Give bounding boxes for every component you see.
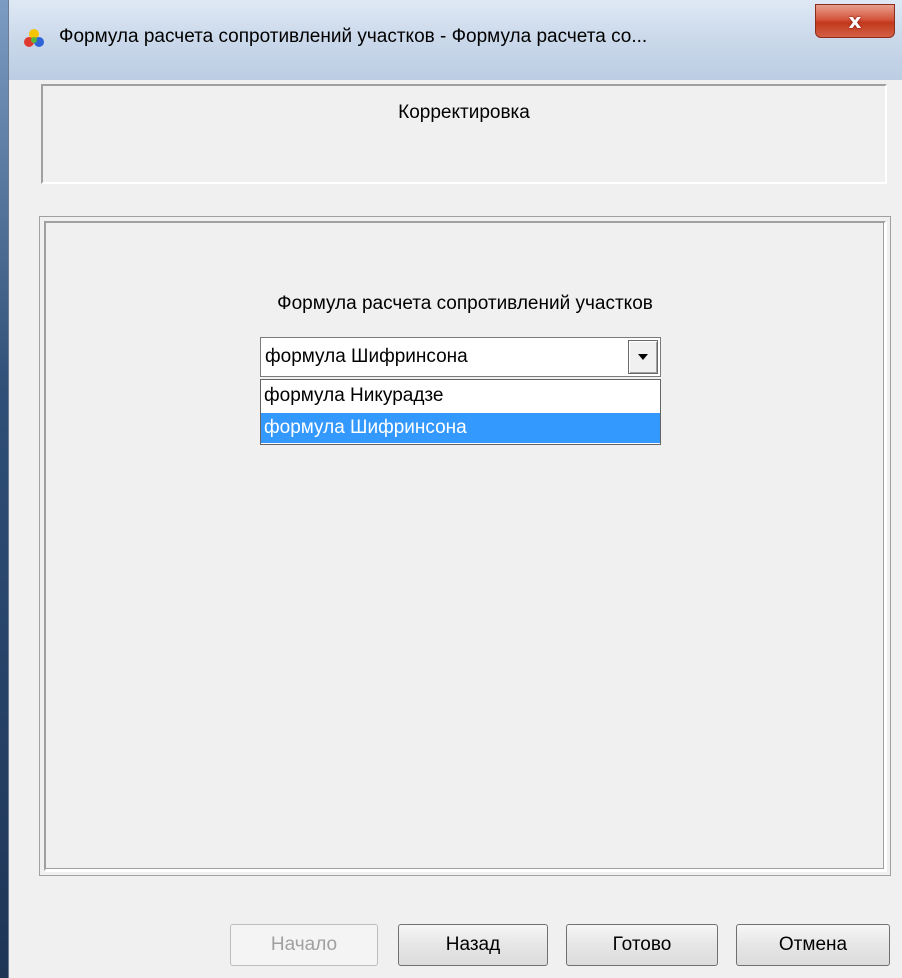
header-panel: Корректировка: [41, 84, 887, 184]
dropdown-button[interactable]: [628, 340, 658, 374]
formula-label: Формула расчета сопротивлений участков: [277, 293, 653, 314]
chevron-down-icon: [638, 354, 648, 360]
formula-combobox[interactable]: формула Шифринсона: [260, 337, 661, 377]
content-frame: Формула расчета сопротивлений участков ф…: [44, 221, 886, 871]
back-button[interactable]: Назад: [398, 924, 548, 966]
header-title: Корректировка: [398, 102, 530, 123]
cancel-button[interactable]: Отмена: [736, 924, 890, 966]
start-button[interactable]: Начало: [230, 924, 378, 966]
window-body: Корректировка Формула расчета сопротивле…: [9, 80, 902, 978]
combo-selected-value: формула Шифринсона: [265, 346, 468, 367]
window-title: Формула расчета сопротивлений участков -…: [59, 26, 648, 47]
option-shifrinson[interactable]: формула Шифринсона: [261, 413, 660, 443]
content-panel: Формула расчета сопротивлений участков ф…: [39, 216, 891, 876]
dropdown-list: формула Никурадзе формула Шифринсона: [260, 379, 661, 445]
option-nikuradze[interactable]: формула Никурадзе: [261, 381, 660, 411]
finish-button[interactable]: Готово: [566, 924, 718, 966]
title-bar[interactable]: Формула расчета сопротивлений участков -…: [9, 0, 902, 81]
close-icon: x: [848, 9, 862, 33]
close-button[interactable]: x: [815, 4, 895, 38]
wizard-window: Формула расчета сопротивлений участков -…: [8, 0, 902, 978]
app-icon: [24, 29, 44, 47]
